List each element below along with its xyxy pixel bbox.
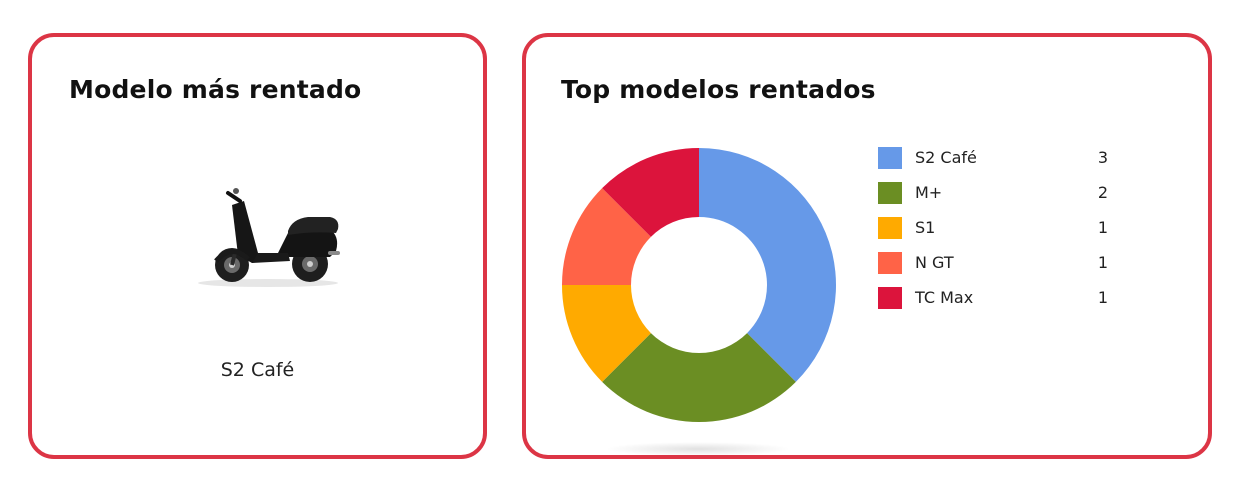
legend-label: TC Max (915, 288, 974, 307)
donut-slice-s2-caf[interactable] (699, 148, 836, 382)
legend-label: S1 (915, 218, 936, 237)
legend-item-s1[interactable]: S1 1 (878, 217, 1108, 252)
legend-value: 3 (1097, 148, 1108, 167)
legend-swatch (878, 217, 902, 239)
chart-legend: S2 Café 3 M+ 2 S1 1 N GT 1 TC Max 1 (878, 147, 1108, 322)
legend-swatch (878, 147, 902, 169)
legend-label: S2 Café (915, 148, 977, 167)
donut-chart (562, 148, 836, 456)
scooter-icon (180, 179, 350, 289)
most-rented-model-name: S2 Café (220, 359, 295, 381)
legend-swatch (878, 252, 902, 274)
top-models-card: Top modelos rentados S2 Café 3 M+ 2 S1 1 N GT 1… (522, 33, 1212, 459)
legend-item-n-gt[interactable]: N GT 1 (878, 252, 1108, 287)
legend-value: 1 (1097, 253, 1108, 272)
most-rented-card: Modelo más rentado S2 Café (28, 33, 487, 459)
legend-value: 1 (1097, 288, 1108, 307)
legend-label: N GT (915, 253, 954, 272)
legend-value: 2 (1097, 183, 1108, 202)
legend-label: M+ (915, 183, 943, 202)
legend-swatch (878, 182, 902, 204)
chart-shadow (606, 442, 790, 456)
legend-swatch (878, 287, 902, 309)
legend-item-m[interactable]: M+ 2 (878, 182, 1108, 217)
most-rented-title: Modelo más rentado (69, 75, 362, 104)
legend-value: 1 (1097, 218, 1108, 237)
legend-item-tc-max[interactable]: TC Max 1 (878, 287, 1108, 322)
legend-item-s2-caf[interactable]: S2 Café 3 (878, 147, 1108, 182)
